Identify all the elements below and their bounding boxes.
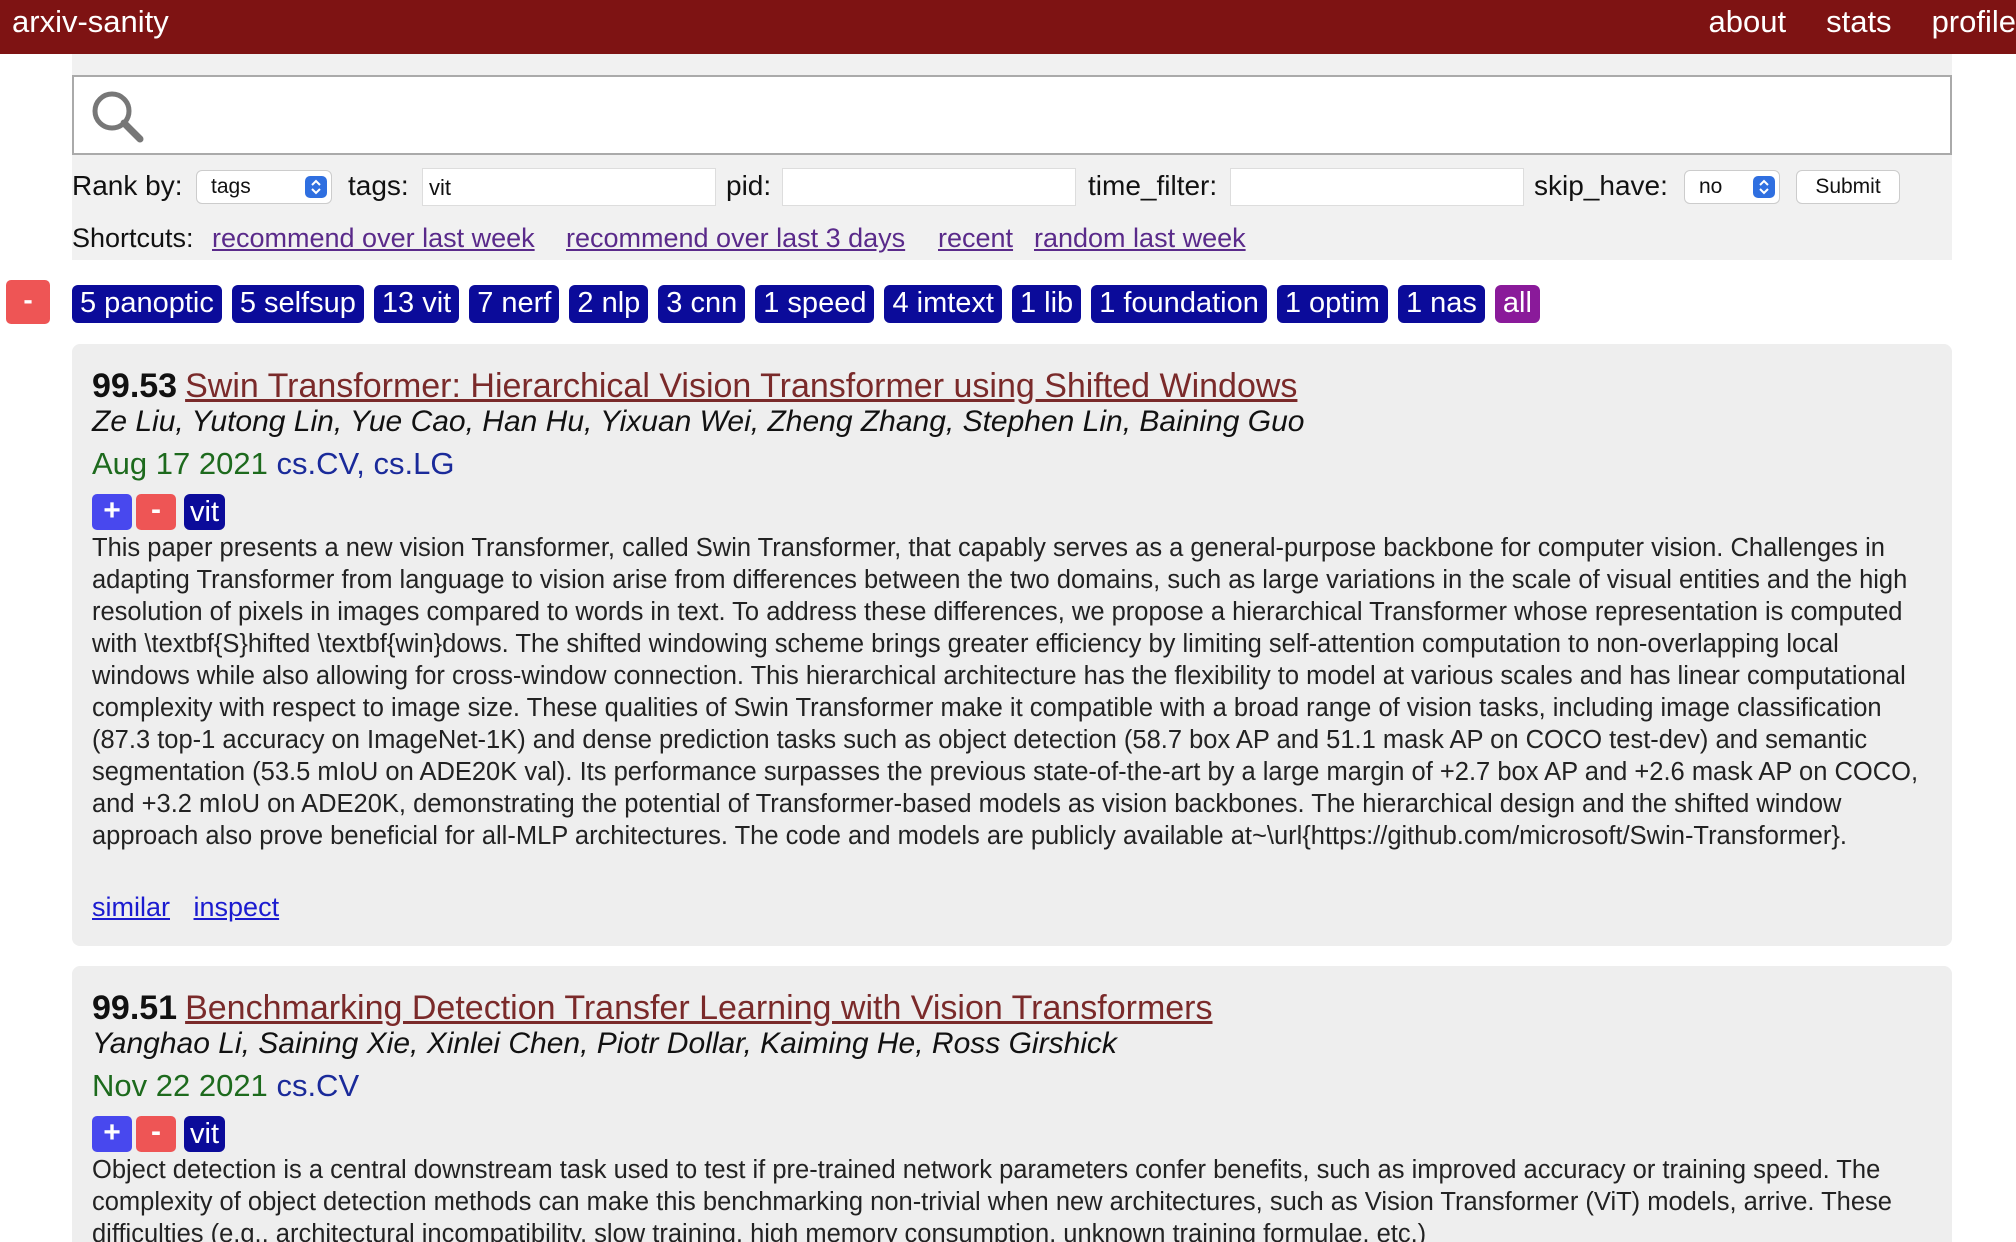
tag-foundation[interactable]: 1 foundation	[1091, 285, 1267, 323]
search-input[interactable]	[156, 87, 1936, 143]
paper-authors: Ze Liu, Yutong Lin, Yue Cao, Han Hu, Yix…	[92, 405, 1305, 438]
top-nav: about stats profile	[1709, 4, 2016, 40]
remove-tag-button[interactable]: -	[136, 1116, 176, 1152]
tag-panoptic[interactable]: 5 panoptic	[72, 285, 222, 323]
filter-row: Rank by: tags tags: vit pid: time_filter…	[72, 164, 1952, 208]
chevron-updown-icon	[1753, 176, 1775, 198]
shortcut-recent-link[interactable]: recent	[938, 220, 1013, 256]
paper-tag-vit[interactable]: vit	[184, 494, 225, 530]
paper-meta: Nov 22 2021 cs.CV	[92, 1068, 359, 1104]
rank-by-value: tags	[211, 175, 251, 198]
search-box[interactable]	[72, 75, 1952, 155]
paper-title-link[interactable]: Swin Transformer: Hierarchical Vision Tr…	[185, 367, 1297, 405]
top-header: arxiv-sanity about stats profile	[0, 0, 2016, 54]
paper-tag-actions: + - vit	[92, 494, 225, 530]
shortcut-recommend-3days-link[interactable]: recommend over last 3 days	[566, 220, 905, 256]
tag-lib[interactable]: 1 lib	[1011, 285, 1082, 323]
tags-label: tags:	[348, 170, 409, 201]
similar-link[interactable]: similar	[92, 892, 170, 922]
paper-tag-actions: + - vit	[92, 1116, 225, 1152]
paper-meta: Aug 17 2021 cs.CV, cs.LG	[92, 446, 454, 482]
paper-links: similar inspect	[92, 890, 295, 924]
tag-nerf[interactable]: 7 nerf	[469, 285, 560, 323]
paper-title-link[interactable]: Benchmarking Detection Transfer Learning…	[185, 989, 1212, 1027]
tag-optim[interactable]: 1 optim	[1276, 285, 1388, 323]
submit-button[interactable]: Submit	[1796, 170, 1900, 204]
nav-stats-link[interactable]: stats	[1826, 4, 1891, 40]
rank-by-label: Rank by:	[72, 170, 183, 201]
tag-speed[interactable]: 1 speed	[755, 285, 875, 323]
pid-input[interactable]	[782, 168, 1076, 206]
rank-by-select[interactable]: tags	[196, 170, 332, 204]
paper-score: 99.51	[92, 989, 178, 1027]
paper-date: Aug 17 2021	[92, 446, 268, 481]
tag-list: 5 panoptic 5 selfsup 13 vit 7 nerf 2 nlp…	[72, 285, 1550, 323]
paper-categories: cs.CV, cs.LG	[276, 446, 455, 481]
paper-title-line: 99.51 Benchmarking Detection Transfer Lea…	[92, 988, 1213, 1028]
shortcut-random-week-link[interactable]: random last week	[1034, 220, 1246, 256]
remove-tag-button[interactable]: -	[136, 494, 176, 530]
tag-imtext[interactable]: 4 imtext	[884, 285, 1002, 323]
tag-bar: - 5 panoptic 5 selfsup 13 vit 7 nerf 2 n…	[0, 280, 2016, 326]
skip-have-label: skip_have:	[1534, 170, 1668, 201]
time-filter-label: time_filter:	[1088, 170, 1218, 201]
nav-about-link[interactable]: about	[1709, 4, 1787, 40]
paper-abstract: Object detection is a central downstream…	[92, 1156, 1892, 1242]
shortcuts-label: Shortcuts:	[72, 223, 194, 253]
paper-card: 99.51 Benchmarking Detection Transfer Lea…	[72, 966, 1952, 1242]
tags-input[interactable]: vit	[422, 168, 716, 206]
paper-abstract: This paper presents a new vision Transfo…	[92, 534, 1919, 850]
paper-card: 99.53 Swin Transformer: Hierarchical Visi…	[72, 344, 1952, 946]
pid-label: pid:	[726, 170, 772, 201]
tag-nlp[interactable]: 2 nlp	[569, 285, 649, 323]
skip-have-value: no	[1699, 175, 1723, 198]
paper-date: Nov 22 2021	[92, 1068, 268, 1103]
brand-link[interactable]: arxiv-sanity	[12, 4, 169, 40]
tag-nas[interactable]: 1 nas	[1397, 285, 1485, 323]
nav-profile-link[interactable]: profile	[1932, 4, 2016, 40]
tag-cnn[interactable]: 3 cnn	[658, 285, 746, 323]
chevron-updown-icon	[305, 176, 327, 198]
paper-score: 99.53	[92, 367, 178, 405]
search-controls-panel: Rank by: tags tags: vit pid: time_filter…	[72, 54, 1952, 260]
add-tag-button[interactable]: +	[92, 1116, 132, 1152]
tag-vit[interactable]: 13 vit	[373, 285, 460, 323]
skip-have-select[interactable]: no	[1684, 170, 1780, 204]
tag-all[interactable]: all	[1494, 285, 1540, 323]
collapse-tags-button[interactable]: -	[6, 280, 50, 324]
time-filter-input[interactable]	[1230, 168, 1524, 206]
paper-categories: cs.CV	[276, 1068, 360, 1103]
shortcut-recommend-week-link[interactable]: recommend over last week	[212, 220, 535, 256]
paper-title-line: 99.53 Swin Transformer: Hierarchical Visi…	[92, 366, 1297, 406]
search-icon	[92, 91, 144, 143]
inspect-link[interactable]: inspect	[194, 892, 280, 922]
paper-authors: Yanghao Li, Saining Xie, Xinlei Chen, Pi…	[92, 1027, 1117, 1060]
tag-selfsup[interactable]: 5 selfsup	[231, 285, 364, 323]
paper-tag-vit[interactable]: vit	[184, 1116, 225, 1152]
add-tag-button[interactable]: +	[92, 494, 132, 530]
